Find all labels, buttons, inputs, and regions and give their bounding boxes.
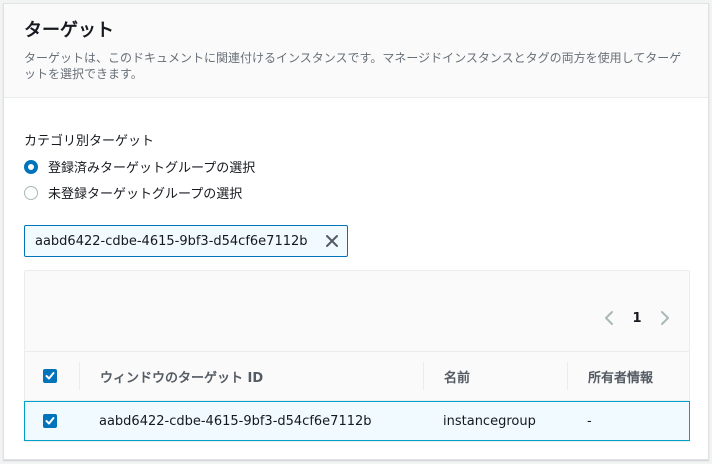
radio-unregistered-target-group[interactable]: 未登録ターゲットグループの選択: [24, 183, 242, 202]
targets-table: 1 ウィンドウのターゲット ID 名前 所有者情報 aabd6422-cdbe-…: [24, 270, 690, 442]
cell-owner: -: [587, 413, 592, 429]
close-icon[interactable]: [317, 226, 347, 256]
table-row[interactable]: aabd6422-cdbe-4615-9bf3-d54cf6e7112b ins…: [24, 401, 690, 441]
chevron-right-icon[interactable]: [657, 308, 673, 328]
cell-name: instancegroup: [443, 413, 536, 429]
radio-label-registered: 登録済みターゲットグループの選択: [48, 161, 256, 176]
row-select[interactable]: [25, 402, 79, 440]
radio-registered-target-group[interactable]: 登録済みターゲットグループの選択: [24, 157, 255, 176]
chevron-left-icon[interactable]: [601, 308, 617, 328]
column-header-name[interactable]: 名前: [423, 362, 567, 390]
radio-label-unregistered: 未登録ターゲットグループの選択: [48, 187, 243, 202]
panel-description: ターゲットは、このドキュメントに関連付けるインスタンスです。マネージドインスタン…: [24, 51, 682, 81]
pagination: 1: [601, 308, 673, 328]
radio-unchecked-icon[interactable]: [24, 185, 38, 200]
panel-header: ターゲット ターゲットは、このドキュメントに関連付けるインスタンスです。マネージ…: [4, 4, 708, 98]
checkbox-checked-icon[interactable]: [43, 369, 57, 383]
current-page-number[interactable]: 1: [631, 311, 643, 326]
targets-panel: ターゲット ターゲットは、このドキュメントに関連付けるインスタンスです。マネージ…: [3, 3, 709, 460]
header-select-all[interactable]: [25, 362, 79, 390]
checkbox-checked-icon[interactable]: [43, 414, 57, 428]
cell-target-id: aabd6422-cdbe-4615-9bf3-d54cf6e7112b: [99, 413, 372, 429]
filter-token: aabd6422-cdbe-4615-9bf3-d54cf6e7112b: [24, 225, 348, 257]
filter-token-text: aabd6422-cdbe-4615-9bf3-d54cf6e7112b: [35, 233, 308, 249]
column-header-owner[interactable]: 所有者情報: [567, 362, 689, 390]
table-header: ウィンドウのターゲット ID 名前 所有者情報: [25, 352, 689, 401]
column-header-target-id[interactable]: ウィンドウのターゲット ID: [79, 362, 423, 390]
table-toolbar: 1: [25, 271, 689, 352]
panel-title: ターゲット: [24, 20, 114, 41]
category-label: カテゴリ別ターゲット: [24, 134, 155, 149]
radio-checked-icon[interactable]: [24, 159, 38, 174]
